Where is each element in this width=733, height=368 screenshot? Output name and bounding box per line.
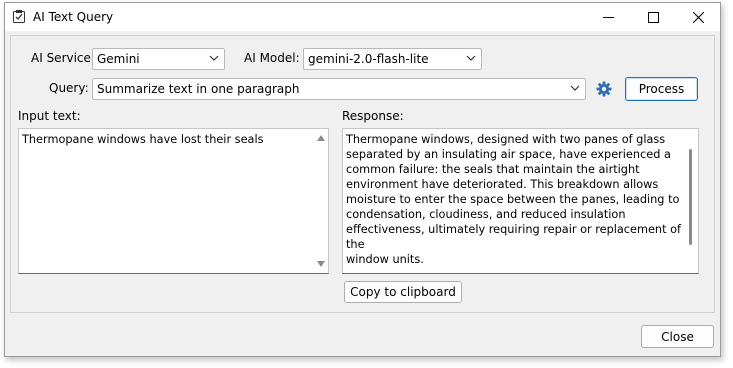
query-label: Query: <box>49 81 89 95</box>
minimize-icon <box>603 16 614 18</box>
ai-model-label: AI Model: <box>244 51 300 65</box>
ai-service-select[interactable]: Gemini <box>92 48 225 70</box>
app-icon <box>13 10 25 23</box>
title-bar[interactable]: AI Text Query <box>5 3 720 31</box>
input-textarea[interactable]: Thermopane windows have lost their seals <box>18 128 329 274</box>
scroll-down-arrow-icon[interactable] <box>317 261 325 267</box>
chevron-down-icon <box>570 85 580 91</box>
ai-text-query-window: AI Text Query AI Service: Gemini AI Mode… <box>4 2 721 357</box>
input-scrollbar[interactable] <box>314 129 328 273</box>
response-scrollbar[interactable] <box>684 129 698 273</box>
input-text-content: Thermopane windows have lost their seals <box>22 133 264 146</box>
chevron-down-icon <box>466 55 476 61</box>
minimize-button[interactable] <box>586 3 631 31</box>
scroll-up-arrow-icon[interactable] <box>317 135 325 141</box>
process-button[interactable]: Process <box>625 77 698 101</box>
input-text-label: Input text: <box>18 109 81 123</box>
chevron-down-icon <box>209 55 219 61</box>
ai-model-value: gemini-2.0-flash-lite <box>308 52 429 66</box>
response-text-content: Thermopane windows, designed with two pa… <box>346 133 681 266</box>
window-title: AI Text Query <box>33 10 114 24</box>
response-textarea[interactable]: Thermopane windows, designed with two pa… <box>342 128 699 274</box>
settings-gear-icon[interactable] <box>596 81 612 97</box>
ai-service-label: AI Service: <box>31 51 95 65</box>
window-close-button[interactable] <box>676 3 721 31</box>
close-button[interactable]: Close <box>641 325 714 348</box>
query-select[interactable]: Summarize text in one paragraph <box>92 78 586 100</box>
ai-service-value: Gemini <box>97 52 140 66</box>
copy-to-clipboard-button[interactable]: Copy to clipboard <box>344 281 462 303</box>
main-panel: AI Service: Gemini AI Model: gemini-2.0-… <box>10 35 715 313</box>
maximize-button[interactable] <box>631 3 676 31</box>
close-icon <box>693 11 704 23</box>
maximize-icon <box>648 11 659 23</box>
query-value: Summarize text in one paragraph <box>97 82 300 96</box>
response-label: Response: <box>342 109 404 123</box>
response-scroll-thumb[interactable] <box>689 149 692 245</box>
ai-model-select[interactable]: gemini-2.0-flash-lite <box>303 48 482 70</box>
